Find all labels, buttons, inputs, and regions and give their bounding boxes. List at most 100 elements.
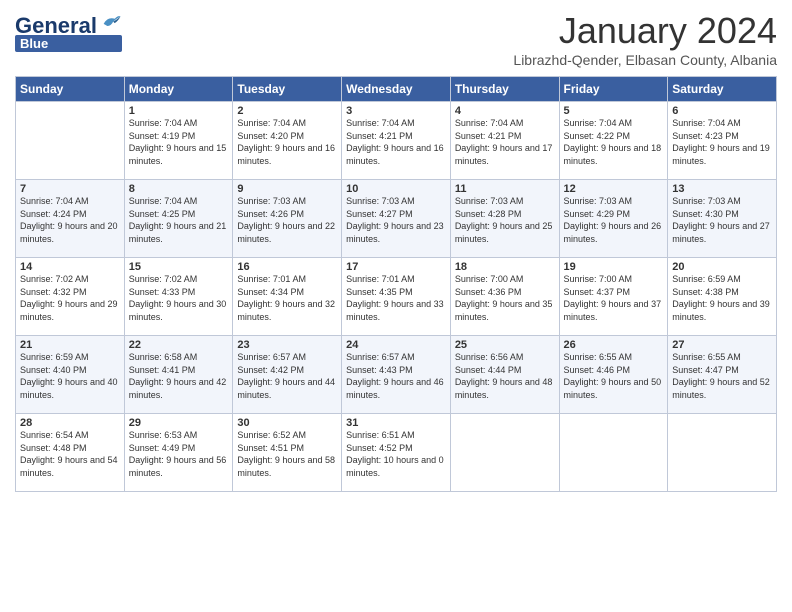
day-info: Sunrise: 6:54 AMSunset: 4:48 PMDaylight:… <box>20 429 120 479</box>
table-row: 26Sunrise: 6:55 AMSunset: 4:46 PMDayligh… <box>559 336 668 414</box>
day-info: Sunrise: 7:01 AMSunset: 4:34 PMDaylight:… <box>237 273 337 323</box>
day-info: Sunrise: 7:03 AMSunset: 4:29 PMDaylight:… <box>564 195 664 245</box>
table-row: 12Sunrise: 7:03 AMSunset: 4:29 PMDayligh… <box>559 180 668 258</box>
table-row: 31Sunrise: 6:51 AMSunset: 4:52 PMDayligh… <box>342 414 451 492</box>
day-info: Sunrise: 7:04 AMSunset: 4:21 PMDaylight:… <box>455 117 555 167</box>
day-number: 30 <box>237 417 337 429</box>
location-subtitle: Librazhd-Qender, Elbasan County, Albania <box>513 52 777 68</box>
calendar-week-3: 14Sunrise: 7:02 AMSunset: 4:32 PMDayligh… <box>16 258 777 336</box>
col-thursday: Thursday <box>450 77 559 102</box>
day-number: 31 <box>346 417 446 429</box>
day-number: 17 <box>346 261 446 273</box>
table-row: 29Sunrise: 6:53 AMSunset: 4:49 PMDayligh… <box>124 414 233 492</box>
day-info: Sunrise: 7:04 AMSunset: 4:21 PMDaylight:… <box>346 117 446 167</box>
day-number: 4 <box>455 105 555 117</box>
day-info: Sunrise: 7:01 AMSunset: 4:35 PMDaylight:… <box>346 273 446 323</box>
table-row: 1Sunrise: 7:04 AMSunset: 4:19 PMDaylight… <box>124 102 233 180</box>
calendar-week-4: 21Sunrise: 6:59 AMSunset: 4:40 PMDayligh… <box>16 336 777 414</box>
day-info: Sunrise: 7:03 AMSunset: 4:27 PMDaylight:… <box>346 195 446 245</box>
table-row: 13Sunrise: 7:03 AMSunset: 4:30 PMDayligh… <box>668 180 777 258</box>
table-row: 21Sunrise: 6:59 AMSunset: 4:40 PMDayligh… <box>16 336 125 414</box>
calendar-week-1: 1Sunrise: 7:04 AMSunset: 4:19 PMDaylight… <box>16 102 777 180</box>
day-info: Sunrise: 6:58 AMSunset: 4:41 PMDaylight:… <box>129 351 229 401</box>
day-number: 2 <box>237 105 337 117</box>
table-row <box>450 414 559 492</box>
table-row: 8Sunrise: 7:04 AMSunset: 4:25 PMDaylight… <box>124 180 233 258</box>
day-info: Sunrise: 7:02 AMSunset: 4:33 PMDaylight:… <box>129 273 229 323</box>
calendar-week-2: 7Sunrise: 7:04 AMSunset: 4:24 PMDaylight… <box>16 180 777 258</box>
day-info: Sunrise: 6:55 AMSunset: 4:46 PMDaylight:… <box>564 351 664 401</box>
table-row: 20Sunrise: 6:59 AMSunset: 4:38 PMDayligh… <box>668 258 777 336</box>
day-info: Sunrise: 6:57 AMSunset: 4:43 PMDaylight:… <box>346 351 446 401</box>
table-row <box>559 414 668 492</box>
month-title: January 2024 <box>513 10 777 52</box>
day-info: Sunrise: 6:52 AMSunset: 4:51 PMDaylight:… <box>237 429 337 479</box>
table-row: 16Sunrise: 7:01 AMSunset: 4:34 PMDayligh… <box>233 258 342 336</box>
table-row <box>668 414 777 492</box>
table-row: 25Sunrise: 6:56 AMSunset: 4:44 PMDayligh… <box>450 336 559 414</box>
logo-bird-icon <box>100 12 122 32</box>
day-number: 3 <box>346 105 446 117</box>
table-row: 6Sunrise: 7:04 AMSunset: 4:23 PMDaylight… <box>668 102 777 180</box>
day-number: 25 <box>455 339 555 351</box>
col-monday: Monday <box>124 77 233 102</box>
day-info: Sunrise: 7:02 AMSunset: 4:32 PMDaylight:… <box>20 273 120 323</box>
col-tuesday: Tuesday <box>233 77 342 102</box>
table-row: 7Sunrise: 7:04 AMSunset: 4:24 PMDaylight… <box>16 180 125 258</box>
calendar-header-row: Sunday Monday Tuesday Wednesday Thursday… <box>16 77 777 102</box>
table-row: 22Sunrise: 6:58 AMSunset: 4:41 PMDayligh… <box>124 336 233 414</box>
table-row: 19Sunrise: 7:00 AMSunset: 4:37 PMDayligh… <box>559 258 668 336</box>
day-number: 8 <box>129 183 229 195</box>
calendar-week-5: 28Sunrise: 6:54 AMSunset: 4:48 PMDayligh… <box>16 414 777 492</box>
table-row: 30Sunrise: 6:52 AMSunset: 4:51 PMDayligh… <box>233 414 342 492</box>
day-number: 21 <box>20 339 120 351</box>
table-row: 17Sunrise: 7:01 AMSunset: 4:35 PMDayligh… <box>342 258 451 336</box>
day-info: Sunrise: 7:04 AMSunset: 4:25 PMDaylight:… <box>129 195 229 245</box>
table-row: 23Sunrise: 6:57 AMSunset: 4:42 PMDayligh… <box>233 336 342 414</box>
day-number: 6 <box>672 105 772 117</box>
day-number: 22 <box>129 339 229 351</box>
day-number: 15 <box>129 261 229 273</box>
day-info: Sunrise: 7:00 AMSunset: 4:36 PMDaylight:… <box>455 273 555 323</box>
day-info: Sunrise: 6:59 AMSunset: 4:38 PMDaylight:… <box>672 273 772 323</box>
table-row: 28Sunrise: 6:54 AMSunset: 4:48 PMDayligh… <box>16 414 125 492</box>
day-info: Sunrise: 6:55 AMSunset: 4:47 PMDaylight:… <box>672 351 772 401</box>
day-number: 13 <box>672 183 772 195</box>
col-friday: Friday <box>559 77 668 102</box>
table-row: 3Sunrise: 7:04 AMSunset: 4:21 PMDaylight… <box>342 102 451 180</box>
day-number: 9 <box>237 183 337 195</box>
day-info: Sunrise: 6:51 AMSunset: 4:52 PMDaylight:… <box>346 429 446 479</box>
day-number: 28 <box>20 417 120 429</box>
header: General Blue January 2024 Librazhd-Qende… <box>15 10 777 68</box>
calendar-table: Sunday Monday Tuesday Wednesday Thursday… <box>15 76 777 492</box>
day-number: 7 <box>20 183 120 195</box>
day-info: Sunrise: 7:04 AMSunset: 4:23 PMDaylight:… <box>672 117 772 167</box>
col-wednesday: Wednesday <box>342 77 451 102</box>
day-info: Sunrise: 7:03 AMSunset: 4:26 PMDaylight:… <box>237 195 337 245</box>
day-number: 10 <box>346 183 446 195</box>
table-row: 18Sunrise: 7:00 AMSunset: 4:36 PMDayligh… <box>450 258 559 336</box>
logo-text: General <box>15 15 97 37</box>
page-container: General Blue January 2024 Librazhd-Qende… <box>0 0 792 497</box>
table-row: 24Sunrise: 6:57 AMSunset: 4:43 PMDayligh… <box>342 336 451 414</box>
day-info: Sunrise: 7:03 AMSunset: 4:30 PMDaylight:… <box>672 195 772 245</box>
day-number: 29 <box>129 417 229 429</box>
day-info: Sunrise: 6:57 AMSunset: 4:42 PMDaylight:… <box>237 351 337 401</box>
col-saturday: Saturday <box>668 77 777 102</box>
day-number: 19 <box>564 261 664 273</box>
day-number: 1 <box>129 105 229 117</box>
table-row: 4Sunrise: 7:04 AMSunset: 4:21 PMDaylight… <box>450 102 559 180</box>
table-row: 10Sunrise: 7:03 AMSunset: 4:27 PMDayligh… <box>342 180 451 258</box>
col-sunday: Sunday <box>16 77 125 102</box>
day-info: Sunrise: 7:04 AMSunset: 4:22 PMDaylight:… <box>564 117 664 167</box>
day-info: Sunrise: 6:53 AMSunset: 4:49 PMDaylight:… <box>129 429 229 479</box>
table-row: 15Sunrise: 7:02 AMSunset: 4:33 PMDayligh… <box>124 258 233 336</box>
day-number: 23 <box>237 339 337 351</box>
day-number: 16 <box>237 261 337 273</box>
day-number: 26 <box>564 339 664 351</box>
table-row: 14Sunrise: 7:02 AMSunset: 4:32 PMDayligh… <box>16 258 125 336</box>
table-row: 11Sunrise: 7:03 AMSunset: 4:28 PMDayligh… <box>450 180 559 258</box>
day-info: Sunrise: 7:04 AMSunset: 4:24 PMDaylight:… <box>20 195 120 245</box>
day-info: Sunrise: 6:56 AMSunset: 4:44 PMDaylight:… <box>455 351 555 401</box>
day-info: Sunrise: 7:00 AMSunset: 4:37 PMDaylight:… <box>564 273 664 323</box>
